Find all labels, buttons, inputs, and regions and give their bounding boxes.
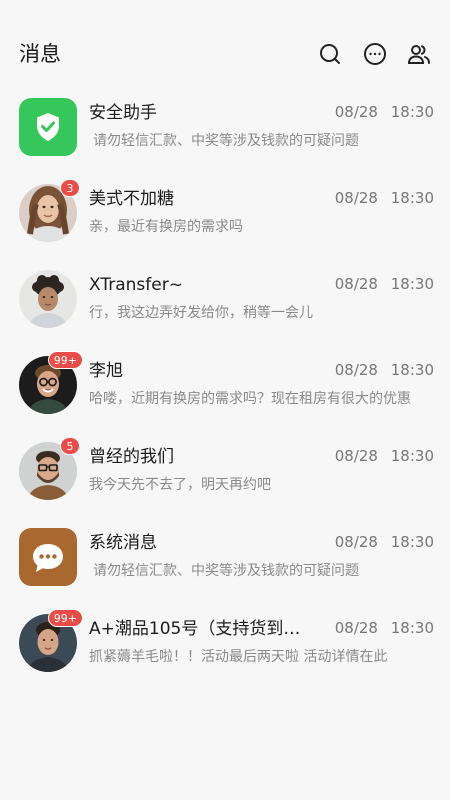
avatar (19, 270, 77, 328)
unread-badge: 99+ (47, 609, 83, 627)
chat-preview: 请勿轻信汇款、中奖等涉及钱款的可疑问题 (93, 563, 359, 579)
chat-bubble-icon (19, 528, 77, 586)
chat-row-zengjing[interactable]: 5 曾经的我们 08/28 18:30 我今天先不去了，明天再约吧 (0, 429, 450, 515)
chat-name: A+潮品105号（支持货到付款） (89, 619, 315, 639)
avatar: 3 (19, 179, 80, 242)
chat-preview: 哈喽，近期有换房的需求吗？现在租房有很大的优惠 (89, 391, 411, 407)
chat-row-lixu[interactable]: 99+ 李旭 08/28 18:30 哈喽，近期有换房的需求吗？现在租房有很大的… (0, 343, 450, 429)
avatar: 99+ (19, 351, 83, 414)
chat-name: 安全助手 (89, 103, 157, 123)
chat-name: XTransfer~ (89, 275, 183, 295)
page-title: 消息 (19, 42, 61, 66)
chat-name: 美式不加糖 (89, 189, 174, 209)
curly-hair-man-image (19, 270, 77, 328)
chat-time: 08/28 18:30 (334, 447, 434, 465)
contacts-icon[interactable] (405, 40, 433, 68)
unread-badge: 5 (60, 437, 80, 455)
chat-preview: 行，我这边弄好发给你，稍等一会儿 (89, 305, 313, 321)
avatar (19, 528, 77, 586)
header: 消息 (0, 0, 450, 92)
chat-preview: 亲，最近有换房的需求吗 (89, 219, 243, 235)
chat-row-system-message[interactable]: 系统消息 08/28 18:30 请勿轻信汇款、中奖等涉及钱款的可疑问题 (0, 515, 450, 601)
chat-time: 08/28 18:30 (334, 619, 434, 637)
chat-row-meishi[interactable]: 3 美式不加糖 08/28 18:30 亲，最近有换房的需求吗 (0, 171, 450, 257)
chat-time: 08/28 18:30 (334, 361, 434, 379)
shield-icon (19, 98, 77, 156)
chat-name: 系统消息 (89, 533, 157, 553)
chat-preview: 抓紧薅羊毛啦！！活动最后两天啦 活动详情在此 (89, 649, 388, 665)
search-icon[interactable] (316, 40, 344, 68)
chat-list: 安全助手 08/28 18:30 请勿轻信汇款、中奖等涉及钱款的可疑问题 3 美… (0, 85, 450, 687)
chat-preview: 请勿轻信汇款、中奖等涉及钱款的可疑问题 (93, 133, 359, 149)
chat-time: 08/28 18:30 (334, 533, 434, 551)
chat-name: 李旭 (89, 361, 123, 381)
chat-name: 曾经的我们 (89, 447, 174, 467)
chat-row-xtransfer[interactable]: XTransfer~ 08/28 18:30 行，我这边弄好发给你，稍等一会儿 (0, 257, 450, 343)
unread-badge: 99+ (47, 351, 83, 369)
avatar: 99+ (19, 609, 83, 672)
chat-row-security-assistant[interactable]: 安全助手 08/28 18:30 请勿轻信汇款、中奖等涉及钱款的可疑问题 (0, 85, 450, 171)
chat-time: 08/28 18:30 (334, 275, 434, 293)
avatar (19, 98, 77, 156)
more-icon[interactable] (361, 40, 389, 68)
avatar: 5 (19, 437, 80, 500)
chat-row-a-plus-shop[interactable]: 99+ A+潮品105号（支持货到付款） 08/28 18:30 抓紧薅羊毛啦！… (0, 601, 450, 687)
unread-badge: 3 (60, 179, 80, 197)
chat-time: 08/28 18:30 (334, 189, 434, 207)
chat-preview: 我今天先不去了，明天再约吧 (89, 477, 271, 493)
chat-time: 08/28 18:30 (334, 103, 434, 121)
